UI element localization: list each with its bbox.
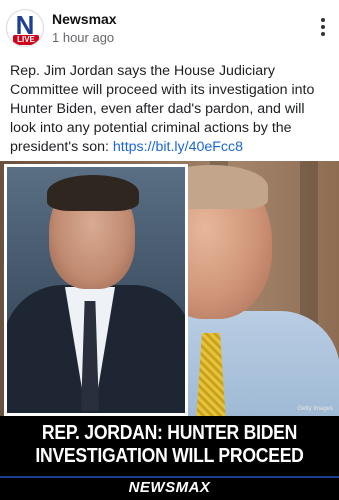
newsmax-avatar[interactable]: N LIVE bbox=[6, 9, 44, 47]
more-options-icon[interactable] bbox=[315, 16, 331, 36]
headline-banner: REP. JORDAN: HUNTER BIDEN INVESTIGATION … bbox=[0, 416, 339, 476]
page-name[interactable]: Newsmax bbox=[52, 11, 117, 27]
post-image[interactable]: Getty Images REP. JORDAN: HUNTER BIDEN I… bbox=[0, 161, 339, 500]
hunter-hair bbox=[47, 175, 139, 211]
post-header: N LIVE Newsmax 1 hour ago bbox=[0, 0, 339, 56]
headline-line-2: INVESTIGATION WILL PROCEED bbox=[35, 445, 304, 467]
brand-divider bbox=[0, 476, 339, 478]
brand-bar: NEWSMAX bbox=[0, 476, 339, 500]
inset-photo bbox=[4, 164, 188, 416]
live-badge: LIVE bbox=[13, 35, 39, 45]
photo-credit: Getty Images bbox=[297, 406, 333, 412]
newsmax-wordmark: NEWSMAX bbox=[128, 479, 211, 496]
post-timestamp[interactable]: 1 hour ago bbox=[52, 30, 114, 45]
post-caption: Rep. Jim Jordan says the House Judiciary… bbox=[10, 62, 332, 157]
caption-link[interactable]: https://bit.ly/40eFcc8 bbox=[113, 139, 243, 155]
headline-line-1: REP. JORDAN: HUNTER BIDEN bbox=[41, 422, 298, 444]
